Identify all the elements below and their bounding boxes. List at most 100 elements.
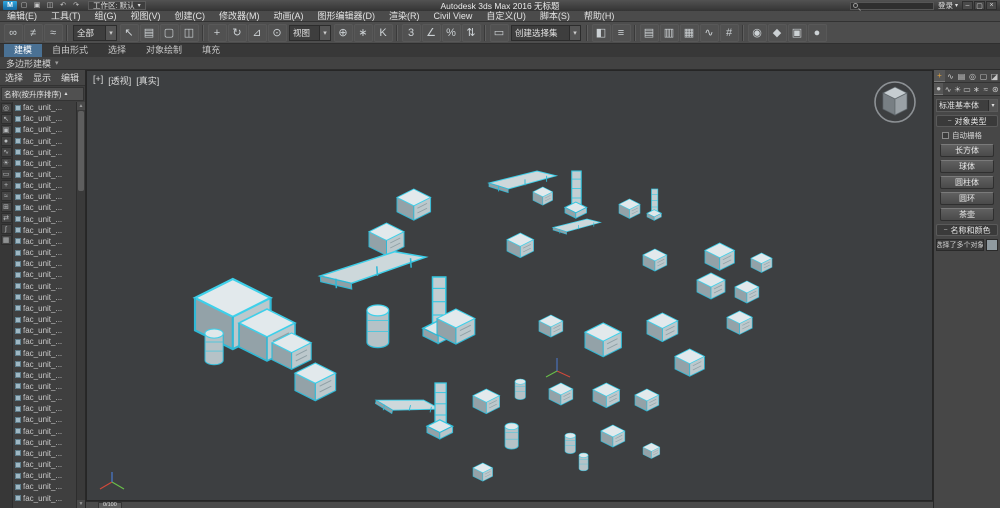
scene-explorer-row[interactable]: fac_unit_...	[13, 347, 76, 358]
rectangular-selection-region-icon[interactable]: ▢	[160, 24, 179, 42]
scene-explorer-row[interactable]: fac_unit_...	[13, 281, 76, 292]
scene-explorer-row[interactable]: fac_unit_...	[13, 392, 76, 403]
scene-explorer-row[interactable]: fac_unit_...	[13, 414, 76, 425]
scrollbar-thumb[interactable]	[78, 111, 84, 191]
scene-explorer-row[interactable]: fac_unit_...	[13, 214, 76, 225]
geometry-category-icon[interactable]: ●	[934, 83, 943, 95]
app-menu-button[interactable]: M	[3, 1, 17, 10]
filter-spacewarps-icon[interactable]: ≈	[1, 191, 12, 201]
menu-item[interactable]: 图形编辑器(D)	[311, 11, 383, 21]
render-setup-icon[interactable]: ◆	[768, 24, 787, 42]
select-and-scale-icon[interactable]: ⊿	[248, 24, 267, 42]
menu-item[interactable]: 编辑(E)	[0, 11, 44, 21]
filter-lights-icon[interactable]: ☀	[1, 158, 12, 168]
explorer-menu-item[interactable]: 选择	[0, 71, 28, 84]
mirror-icon[interactable]: ◧	[592, 24, 611, 42]
explorer-menu-item[interactable]: 编辑	[56, 71, 84, 84]
menu-item[interactable]: Civil View	[427, 11, 480, 21]
schematic-view-icon[interactable]: #	[720, 24, 739, 42]
motion-tab-icon[interactable]: ◎	[967, 70, 978, 82]
scroll-up-icon[interactable]: ▲	[77, 102, 85, 110]
viewcube[interactable]	[872, 79, 918, 125]
scene-explorer-row[interactable]: fac_unit_...	[13, 269, 76, 280]
scene-explorer-row[interactable]: fac_unit_...	[13, 470, 76, 481]
scene-explorer-row[interactable]: fac_unit_...	[13, 370, 76, 381]
window-crossing-icon[interactable]: ◫	[180, 24, 199, 42]
bind-to-space-warp-icon[interactable]: ≈	[44, 24, 63, 42]
keyboard-override-icon[interactable]: K	[374, 24, 393, 42]
filter-shapes-icon[interactable]: ∿	[1, 147, 12, 157]
select-and-link-icon[interactable]: ∞	[4, 24, 23, 42]
object-type-rollout-header[interactable]: − 对象类型	[936, 115, 998, 127]
scene-explorer-row[interactable]: fac_unit_...	[13, 124, 76, 135]
filter-containers-icon[interactable]: ▦	[1, 235, 12, 245]
explorer-menu-item[interactable]: 显示	[28, 71, 56, 84]
menu-item[interactable]: 组(G)	[88, 11, 124, 21]
scene-explorer-row[interactable]: fac_unit_...	[13, 113, 76, 124]
angle-snap-icon[interactable]: ∠	[422, 24, 441, 42]
scene-explorer-row[interactable]: fac_unit_...	[13, 448, 76, 459]
autogrid-checkbox[interactable]	[942, 132, 949, 139]
ribbon-tab[interactable]: 建模	[4, 44, 42, 57]
object-color-swatch[interactable]	[986, 239, 998, 251]
filter-xrefs-icon[interactable]: ⇄	[1, 213, 12, 223]
viewport-pov-label[interactable]: [透视]	[108, 74, 131, 87]
viewport-menu-label[interactable]: [+]	[93, 74, 103, 87]
scene-explorer-row[interactable]: fac_unit_...	[13, 426, 76, 437]
scene-explorer-row[interactable]: fac_unit_...	[13, 336, 76, 347]
menu-item[interactable]: 脚本(S)	[533, 11, 577, 21]
cameras-category-icon[interactable]: ▭	[962, 83, 971, 95]
scene-explorer-row[interactable]: fac_unit_...	[13, 135, 76, 146]
object-class-dropdown[interactable]: 标准基本体 ▾	[936, 99, 998, 112]
edit-named-selection-sets-icon[interactable]: ▭	[490, 24, 509, 42]
filter-groups-icon[interactable]: ⊞	[1, 202, 12, 212]
new-scene-icon[interactable]: ▢	[18, 1, 30, 10]
select-and-manipulate-icon[interactable]: ∗	[354, 24, 373, 42]
toggle-ribbon-icon[interactable]: ▦	[680, 24, 699, 42]
scene-explorer-row[interactable]: fac_unit_...	[13, 359, 76, 370]
viewport[interactable]: [+] [透视] [真实]	[86, 70, 933, 501]
explorer-pick-icon[interactable]: ↖	[1, 114, 12, 124]
select-and-move-icon[interactable]: +	[208, 24, 227, 42]
filter-bones-icon[interactable]: ∫	[1, 224, 12, 234]
primitive-button[interactable]: 圆环	[940, 192, 994, 205]
percent-snap-icon[interactable]: %	[442, 24, 461, 42]
name-color-rollout-header[interactable]: − 名称和颜色	[936, 224, 998, 236]
explorer-find-icon[interactable]: ◎	[1, 103, 12, 113]
scroll-down-icon[interactable]: ▼	[77, 500, 85, 508]
scene-explorer-row[interactable]: fac_unit_...	[13, 225, 76, 236]
scene-explorer-row[interactable]: fac_unit_...	[13, 147, 76, 158]
explorer-lock-icon[interactable]: ▣	[1, 125, 12, 135]
menu-item[interactable]: 帮助(H)	[577, 11, 622, 21]
filter-cameras-icon[interactable]: ▭	[1, 169, 12, 179]
save-file-icon[interactable]: ◫	[44, 1, 56, 10]
redo-icon[interactable]: ↷	[70, 1, 82, 10]
unlink-selection-icon[interactable]: ≠	[24, 24, 43, 42]
modify-tab-icon[interactable]: ∿	[945, 70, 956, 82]
scene-explorer-row[interactable]: fac_unit_...	[13, 314, 76, 325]
reference-coordinate-system-dropdown[interactable]: 视图▾	[289, 25, 331, 41]
explorer-scrollbar[interactable]: ▲ ▼	[76, 102, 85, 508]
minimize-button[interactable]: –	[962, 1, 973, 10]
select-and-rotate-icon[interactable]: ↻	[228, 24, 247, 42]
time-slider[interactable]: 0/100	[86, 501, 933, 508]
scene-explorer-row[interactable]: fac_unit_...	[13, 325, 76, 336]
workspace-dropdown[interactable]: 工作区: 默认 ▾	[88, 1, 146, 10]
scene-explorer-row[interactable]: fac_unit_...	[13, 481, 76, 492]
primitive-button[interactable]: 球体	[940, 160, 994, 173]
ribbon-collapsed-panel[interactable]: 多边形建模 ▾	[0, 57, 1000, 70]
sign-in-button[interactable]: 登录 ▾	[938, 0, 958, 11]
scene-explorer-row[interactable]: fac_unit_...	[13, 258, 76, 269]
scene-explorer-row[interactable]: fac_unit_...	[13, 381, 76, 392]
open-file-icon[interactable]: ▣	[31, 1, 43, 10]
scene-explorer-row[interactable]: fac_unit_...	[13, 247, 76, 258]
scene-explorer-row[interactable]: fac_unit_...	[13, 292, 76, 303]
spacewarps-category-icon[interactable]: ≈	[981, 83, 990, 95]
menu-item[interactable]: 修改器(M)	[212, 11, 267, 21]
curve-editor-icon[interactable]: ∿	[700, 24, 719, 42]
menu-item[interactable]: 渲染(R)	[382, 11, 427, 21]
scene-explorer-row[interactable]: fac_unit_...	[13, 191, 76, 202]
scene-explorer-row[interactable]: fac_unit_...	[13, 403, 76, 414]
menu-item[interactable]: 创建(C)	[168, 11, 213, 21]
scene-explorer-row[interactable]: fac_unit_...	[13, 180, 76, 191]
